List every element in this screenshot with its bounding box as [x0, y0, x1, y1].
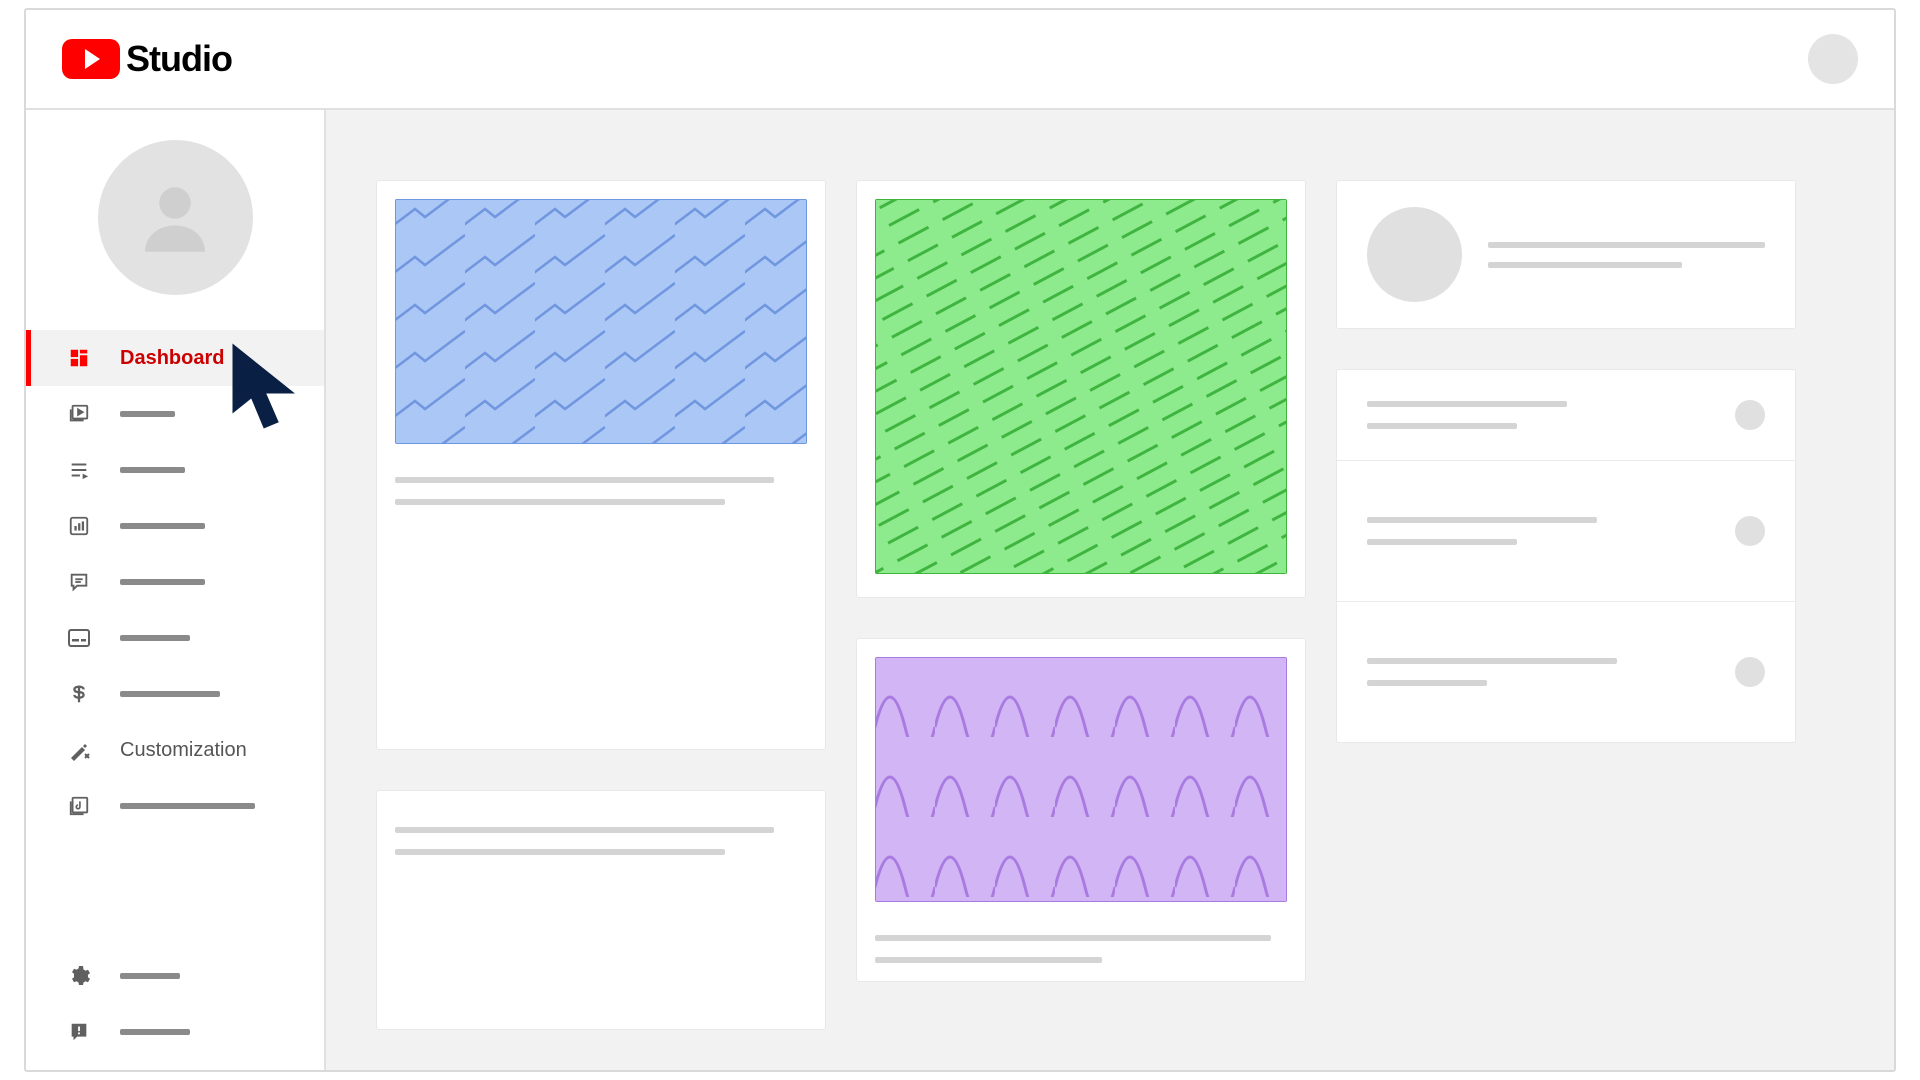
- sidebar-item-label: Customization: [120, 739, 247, 762]
- sidebar-item-label: [120, 411, 175, 417]
- sidebar-item-label: [120, 691, 220, 697]
- sidebar-item-comments[interactable]: [26, 554, 324, 610]
- text-placeholder: [1367, 680, 1487, 686]
- dashboard-card-blue[interactable]: [376, 180, 826, 750]
- sidebar-item-customization[interactable]: Customization: [26, 722, 324, 778]
- notification-item[interactable]: [1337, 461, 1795, 601]
- sidebar-item-label: Dashboard: [120, 347, 224, 370]
- avatar: [1367, 207, 1462, 302]
- card-thumbnail: [875, 199, 1287, 574]
- body: Dashboard: [26, 110, 1894, 1070]
- feedback-icon: [66, 1019, 92, 1045]
- sidebar-item-analytics[interactable]: [26, 498, 324, 554]
- dashboard-card-purple[interactable]: [856, 638, 1306, 982]
- sidebar-item-audio[interactable]: [26, 778, 324, 834]
- text-placeholder: [1488, 262, 1682, 268]
- sidebar-item-monetization[interactable]: [26, 666, 324, 722]
- app-name: Studio: [126, 38, 232, 80]
- sidebar-item-label: [120, 467, 185, 473]
- sidebar-item-settings[interactable]: [26, 948, 324, 1004]
- monetization-icon: [66, 681, 92, 707]
- text-placeholder: [395, 849, 725, 855]
- status-dot: [1735, 516, 1765, 546]
- channel-summary-card[interactable]: [1336, 180, 1796, 329]
- sidebar-item-label: [120, 523, 205, 529]
- studio-logo[interactable]: Studio: [62, 38, 232, 80]
- text-placeholder: [1488, 242, 1765, 248]
- header: Studio: [26, 10, 1894, 110]
- sidebar-bottom-nav: [26, 948, 324, 1070]
- channel-avatar[interactable]: [98, 140, 253, 295]
- card-thumbnail: [875, 657, 1287, 902]
- sidebar-item-label: [120, 635, 190, 641]
- comments-icon: [66, 569, 92, 595]
- status-dot: [1735, 400, 1765, 430]
- main-content: [326, 110, 1894, 1070]
- text-placeholder: [395, 827, 774, 833]
- text-placeholder: [875, 935, 1271, 941]
- youtube-play-icon: [62, 39, 120, 79]
- playlists-icon: [66, 457, 92, 483]
- sidebar-item-label: [120, 803, 255, 809]
- sidebar-item-label: [120, 579, 205, 585]
- text-placeholder: [395, 499, 725, 505]
- text-placeholder: [1367, 658, 1617, 664]
- account-avatar[interactable]: [1808, 34, 1858, 84]
- card-thumbnail: [395, 199, 807, 444]
- analytics-icon: [66, 513, 92, 539]
- subtitles-icon: [66, 625, 92, 651]
- notifications-card: [1336, 369, 1796, 743]
- app-frame: Studio Dashboard: [24, 8, 1896, 1072]
- text-placeholder: [1367, 517, 1597, 523]
- cursor-icon: [225, 341, 315, 441]
- person-icon: [130, 173, 220, 263]
- status-dot: [1735, 657, 1765, 687]
- dashboard-icon: [66, 345, 92, 371]
- sidebar-item-feedback[interactable]: [26, 1004, 324, 1060]
- text-placeholder: [1367, 423, 1517, 429]
- sidebar-item-playlists[interactable]: [26, 442, 324, 498]
- text-placeholder: [1367, 401, 1567, 407]
- sidebar-item-label: [120, 973, 180, 979]
- dashboard-card-text[interactable]: [376, 790, 826, 1030]
- sidebar-item-subtitles[interactable]: [26, 610, 324, 666]
- sidebar-item-label: [120, 1029, 190, 1035]
- text-placeholder: [395, 477, 774, 483]
- notification-item[interactable]: [1337, 602, 1795, 742]
- gear-icon: [66, 963, 92, 989]
- sidebar: Dashboard: [26, 110, 326, 1070]
- dashboard-card-green[interactable]: [856, 180, 1306, 598]
- text-placeholder: [1367, 539, 1517, 545]
- content-icon: [66, 401, 92, 427]
- notification-item[interactable]: [1337, 370, 1795, 460]
- text-placeholder: [875, 957, 1102, 963]
- customization-icon: [66, 737, 92, 763]
- audio-library-icon: [66, 793, 92, 819]
